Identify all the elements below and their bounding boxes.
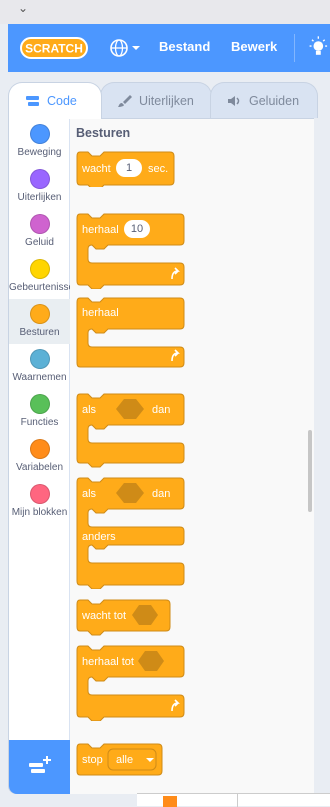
category-label: Uiterlijken bbox=[17, 192, 62, 203]
divider bbox=[237, 794, 238, 807]
category-looks[interactable]: Uiterlijken bbox=[9, 164, 70, 209]
if-label: als bbox=[82, 404, 97, 416]
if-label: als bbox=[82, 488, 97, 500]
lightbulb-icon[interactable] bbox=[294, 34, 330, 62]
code-icon bbox=[26, 96, 39, 106]
wait-label: wacht bbox=[82, 163, 111, 175]
category-label: Functies bbox=[20, 417, 59, 428]
orange-marker bbox=[163, 796, 177, 807]
else-label: anders bbox=[82, 531, 116, 543]
add-extension-icon bbox=[29, 756, 51, 773]
stop-option-dropdown[interactable]: alle bbox=[116, 754, 133, 766]
speaker-icon bbox=[228, 95, 240, 106]
category-label: Geluid bbox=[25, 237, 54, 248]
sound-dot-icon bbox=[29, 214, 50, 234]
category-label: Besturen bbox=[19, 327, 60, 338]
wait-until-label: wacht tot bbox=[82, 610, 127, 622]
palette-scrollbar[interactable] bbox=[308, 430, 312, 512]
events-dot-icon bbox=[29, 259, 50, 279]
paintbrush-icon bbox=[118, 94, 132, 107]
category-label: Variabelen bbox=[15, 462, 64, 473]
wait-unit: sec. bbox=[148, 163, 169, 175]
looks-dot-icon bbox=[29, 169, 50, 189]
tab-code-label: Code bbox=[47, 94, 77, 108]
code-workspace: Beweging Uiterlijken Geluid Gebeurteniss… bbox=[8, 118, 314, 794]
repeat-label: herhaal bbox=[82, 224, 119, 236]
category-sound[interactable]: Geluid bbox=[9, 209, 70, 254]
logo-text: SCRATCH bbox=[25, 42, 83, 56]
repeat-until-label: herhaal tot bbox=[82, 656, 134, 668]
block-palette: Besturen wacht 1 sec. herhaal 10 herhaal… bbox=[70, 119, 314, 794]
control-dot-icon bbox=[29, 304, 50, 324]
sensing-dot-icon bbox=[29, 349, 50, 369]
category-menu: Beweging Uiterlijken Geluid Gebeurteniss… bbox=[9, 119, 70, 740]
category-my-blocks[interactable]: Mijn blokken bbox=[9, 479, 70, 524]
tab-code[interactable]: Code bbox=[8, 82, 102, 119]
variables-dot-icon bbox=[29, 439, 50, 459]
category-label: Waarnemen bbox=[12, 372, 67, 383]
category-sensing[interactable]: Waarnemen bbox=[9, 344, 70, 389]
category-label: Gebeurtenissen bbox=[9, 282, 70, 293]
tab-costumes-label: Uiterlijken bbox=[139, 93, 194, 108]
then-label: dan bbox=[152, 488, 171, 500]
category-label: Beweging bbox=[17, 147, 62, 158]
stage-edge bbox=[137, 793, 330, 807]
add-extension-button[interactable] bbox=[9, 740, 70, 794]
menu-bar: SCRATCH Bestand Bewerk bbox=[8, 24, 330, 72]
file-menu[interactable]: Bestand bbox=[159, 39, 210, 54]
tab-costumes[interactable]: Uiterlijken bbox=[100, 82, 212, 118]
palette-title: Besturen bbox=[76, 126, 131, 140]
forever-label: herhaal bbox=[82, 307, 119, 319]
wait-seconds-input[interactable]: 1 bbox=[116, 159, 142, 177]
right-gutter bbox=[314, 118, 330, 794]
scratch-logo[interactable]: SCRATCH bbox=[20, 37, 88, 59]
tab-sounds-label: Geluiden bbox=[249, 93, 300, 108]
collapse-chevron-icon[interactable]: ⌄ bbox=[18, 2, 30, 14]
category-motion[interactable]: Beweging bbox=[9, 119, 70, 164]
operators-dot-icon bbox=[29, 394, 50, 414]
repeat-count-input[interactable]: 10 bbox=[124, 220, 150, 238]
category-label: Mijn blokken bbox=[11, 507, 68, 518]
category-operators[interactable]: Functies bbox=[9, 389, 70, 434]
stop-label: stop bbox=[82, 754, 103, 766]
motion-dot-icon bbox=[29, 124, 50, 144]
my-blocks-dot-icon bbox=[29, 484, 50, 504]
then-label: dan bbox=[152, 404, 171, 416]
browser-top-strip: ⌄ bbox=[0, 0, 330, 24]
editor-tabs: Code Uiterlijken Geluiden bbox=[0, 72, 330, 119]
category-variables[interactable]: Variabelen bbox=[9, 434, 70, 479]
tab-sounds[interactable]: Geluiden bbox=[210, 82, 318, 118]
category-control[interactable]: Besturen bbox=[9, 299, 70, 344]
language-globe-icon[interactable] bbox=[108, 37, 144, 59]
category-events[interactable]: Gebeurtenissen bbox=[9, 254, 70, 299]
edit-menu[interactable]: Bewerk bbox=[231, 39, 277, 54]
